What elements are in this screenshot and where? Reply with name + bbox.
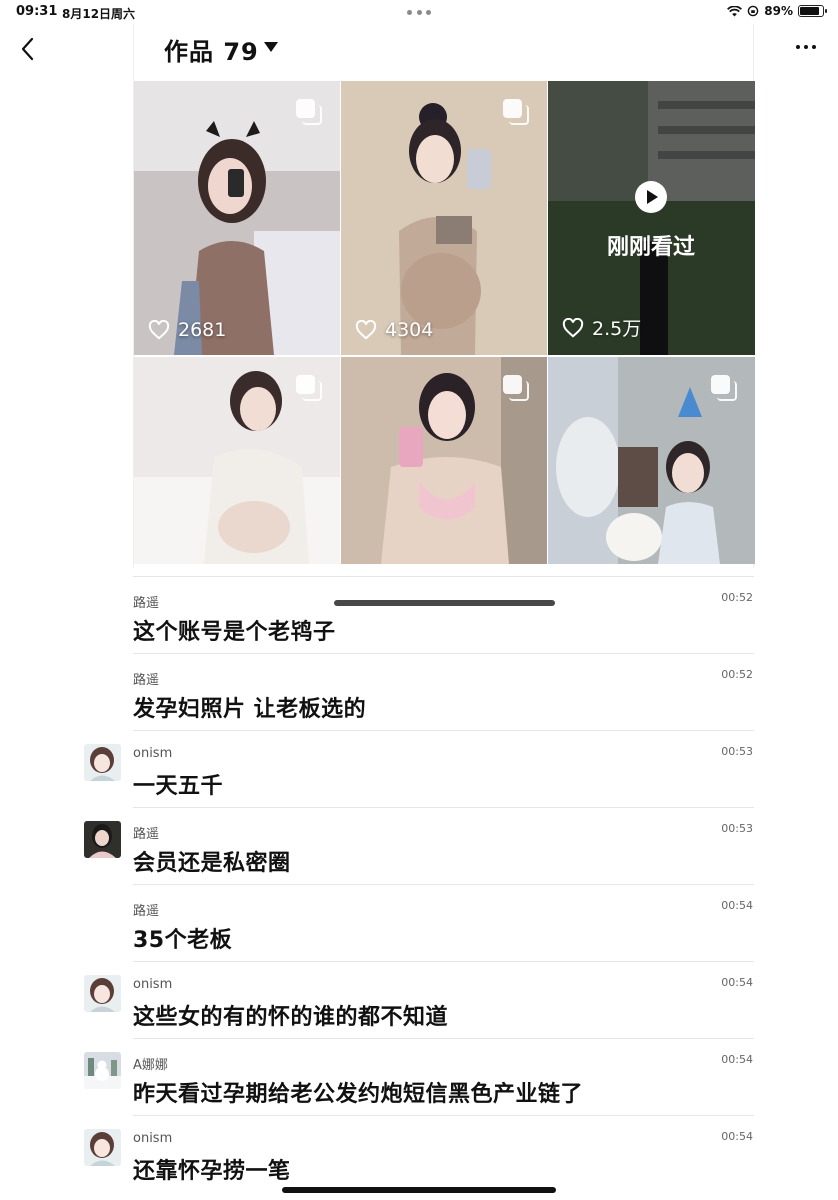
- message-text: 会员还是私密圈: [133, 851, 291, 876]
- like-count-value: 2.5万: [592, 318, 642, 340]
- status-bar: 09:31 8月12日周六 89%: [0, 0, 838, 24]
- works-card: 作品 79 2681 4304 刚刚看过 2.5万: [133, 24, 755, 606]
- message-time: 00:54: [721, 976, 753, 989]
- message-time: 00:54: [721, 899, 753, 912]
- divider: [133, 1038, 754, 1039]
- divider: [133, 807, 754, 808]
- multi-image-icon: [503, 375, 529, 401]
- work-tile[interactable]: 2681: [134, 81, 340, 355]
- heart-icon: [355, 320, 377, 340]
- like-count: 4304: [355, 319, 433, 341]
- multitask-dots-icon[interactable]: [407, 10, 431, 15]
- message-text: 昨天看过孕期给老公发约炮短信黑色产业链了: [133, 1082, 584, 1107]
- back-icon[interactable]: [18, 36, 40, 62]
- caret-down-icon[interactable]: [264, 42, 278, 52]
- message-time: 00:52: [721, 668, 753, 681]
- chat-message[interactable]: A娜娜 00:54 昨天看过孕期给老公发约炮短信黑色产业链了: [0, 1038, 838, 1115]
- work-tile[interactable]: [134, 357, 340, 564]
- message-sender: 路遥: [133, 673, 160, 688]
- avatar[interactable]: [84, 975, 121, 1012]
- chat-message[interactable]: onism 00:53 一天五千: [0, 730, 838, 807]
- home-indicator[interactable]: [282, 1187, 556, 1193]
- message-text: 这些女的有的怀的谁的都不知道: [133, 1005, 449, 1030]
- message-text: 发孕妇照片 让老板选的: [133, 697, 367, 722]
- message-text: 35个老板: [133, 928, 233, 953]
- message-time: 00:53: [721, 822, 753, 835]
- message-time: 00:54: [721, 1053, 753, 1066]
- like-count-value: 2681: [178, 319, 227, 341]
- chat-message[interactable]: 路遥 00:52 发孕妇照片 让老板选的: [0, 653, 838, 730]
- multi-image-icon: [503, 99, 529, 125]
- avatar[interactable]: [84, 1052, 121, 1089]
- work-tile[interactable]: [341, 357, 547, 564]
- work-tile[interactable]: 4304: [341, 81, 547, 355]
- more-icon[interactable]: [796, 45, 816, 51]
- message-sender: 路遥: [133, 904, 160, 919]
- recently-watched-label: 刚刚看过: [606, 235, 695, 260]
- message-sender: onism: [133, 1131, 173, 1146]
- like-count: 2681: [148, 319, 226, 341]
- work-tile[interactable]: [548, 357, 755, 564]
- status-date: 8月12日周六: [62, 7, 136, 21]
- message-text: 这个账号是个老鸨子: [133, 620, 336, 645]
- chat-message[interactable]: 路遥 00:52 这个账号是个老鸨子: [0, 576, 838, 653]
- chat-message[interactable]: onism 00:54 这些女的有的怀的谁的都不知道: [0, 961, 838, 1038]
- message-text: 一天五千: [133, 774, 224, 799]
- divider: [133, 1115, 754, 1116]
- like-count-value: 4304: [385, 319, 434, 341]
- multi-image-icon: [711, 375, 737, 401]
- message-text: 还靠怀孕捞一笔: [133, 1159, 291, 1184]
- wifi-icon: [727, 5, 743, 16]
- message-time: 00:53: [721, 745, 753, 758]
- message-sender: A娜娜: [133, 1058, 168, 1073]
- divider: [133, 730, 754, 731]
- chat-message[interactable]: 路遥 00:54 35个老板: [0, 884, 838, 961]
- divider: [133, 576, 754, 577]
- message-sender: onism: [133, 977, 173, 992]
- like-count: 2.5万: [562, 314, 641, 341]
- divider: [133, 653, 754, 654]
- message-time: 00:54: [721, 1130, 753, 1143]
- avatar[interactable]: [84, 821, 121, 858]
- divider: [133, 961, 754, 962]
- message-sender: 路遥: [133, 596, 160, 611]
- chat-message[interactable]: 路遥 00:53 会员还是私密圈: [0, 807, 838, 884]
- avatar[interactable]: [84, 1129, 121, 1166]
- heart-icon: [562, 317, 584, 337]
- multi-image-icon: [296, 99, 322, 125]
- multi-image-icon: [296, 375, 322, 401]
- message-sender: 路遥: [133, 827, 160, 842]
- avatar[interactable]: [84, 744, 121, 781]
- work-tile-watched[interactable]: 刚刚看过 2.5万: [548, 81, 755, 355]
- works-grid: 2681 4304 刚刚看过 2.5万: [134, 81, 755, 606]
- message-sender: onism: [133, 746, 173, 761]
- status-time: 09:31: [16, 4, 58, 19]
- status-right: 89%: [727, 4, 827, 18]
- message-time: 00:52: [721, 591, 753, 604]
- works-title[interactable]: 作品 79: [164, 32, 259, 67]
- divider: [133, 884, 754, 885]
- battery-icon: [798, 5, 827, 17]
- play-icon: [635, 181, 667, 213]
- heart-icon: [148, 320, 170, 340]
- chat-message[interactable]: onism 00:54 还靠怀孕捞一笔: [0, 1115, 838, 1192]
- orientation-lock-icon: [747, 5, 759, 17]
- battery-percent: 89%: [764, 4, 793, 18]
